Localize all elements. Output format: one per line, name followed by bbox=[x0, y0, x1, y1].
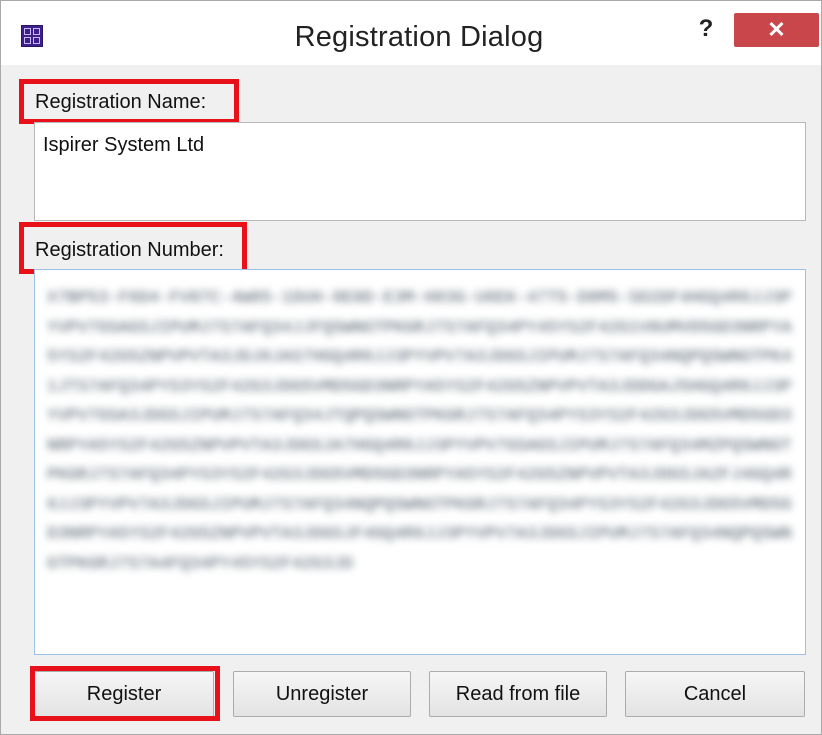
close-button[interactable]: ✕ bbox=[734, 13, 819, 47]
title-bar: Registration Dialog ? ✕ bbox=[1, 1, 821, 65]
close-icon: ✕ bbox=[767, 17, 786, 42]
highlight-box-number-label bbox=[19, 222, 247, 274]
registration-number-value: X7BP53-F6D4-FV07C-4W85-1DUH-8E0D-E3M-H83… bbox=[47, 289, 792, 574]
unregister-button[interactable]: Unregister bbox=[233, 671, 411, 717]
registration-dialog: Registration Dialog ? ✕ Registration Nam… bbox=[0, 0, 822, 735]
registration-name-value: Ispirer System Ltd bbox=[43, 134, 205, 156]
cancel-button[interactable]: Cancel bbox=[625, 671, 805, 717]
highlight-box-register-button bbox=[30, 666, 220, 721]
read-from-file-button[interactable]: Read from file bbox=[429, 671, 607, 717]
registration-number-field[interactable]: X7BP53-F6D4-FV07C-4W85-1DUH-8E0D-E3M-H83… bbox=[34, 269, 806, 655]
help-button[interactable]: ? bbox=[696, 15, 716, 42]
highlight-box-name-label bbox=[19, 79, 239, 124]
